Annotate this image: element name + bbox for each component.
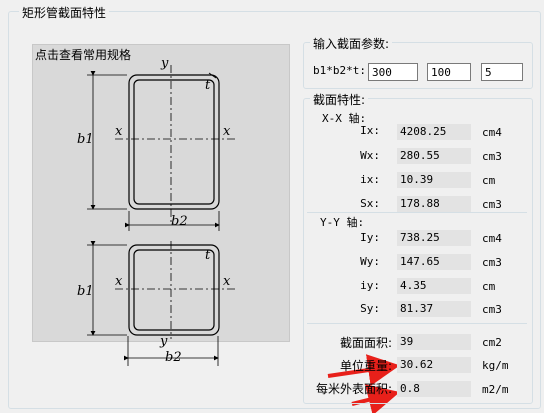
b1-input[interactable] xyxy=(368,63,418,81)
ry-unit: cm xyxy=(482,280,496,293)
upper-b1-label: b1 xyxy=(77,132,94,147)
b2-input[interactable] xyxy=(427,63,471,81)
sy-value: 81.37 xyxy=(397,301,471,317)
rect-tube-diagram: y x x t b2 b1 x x t b1 xyxy=(77,56,235,339)
sx-value: 178.88 xyxy=(397,196,471,212)
section-props-title: 截面特性: xyxy=(310,91,369,108)
surface-area-label: 每米外表面积: xyxy=(315,382,392,396)
section-drawing[interactable]: 点击查看常用规格 y x x t b2 b1 x x t b1 xyxy=(32,44,290,342)
wx-label: Wx: xyxy=(360,149,380,162)
iy-value: 738.25 xyxy=(397,230,471,246)
sx-label: Sx: xyxy=(360,197,380,210)
sy-label: Sy: xyxy=(360,302,380,315)
upper-x-left-label: x xyxy=(115,124,123,139)
rx-value: 10.39 xyxy=(397,172,471,188)
axis-bottom-divider xyxy=(307,323,527,324)
sy-unit: cm3 xyxy=(482,303,502,316)
t-input[interactable] xyxy=(481,63,523,81)
area-unit: cm2 xyxy=(482,336,502,349)
ry-label: iy: xyxy=(360,279,380,292)
yy-axis-title: Y-Y 轴: xyxy=(320,216,365,229)
area-value: 39 xyxy=(397,334,471,350)
surface-area-value: 0.8 xyxy=(397,381,471,397)
lower-x-left-label: x xyxy=(115,274,123,289)
ix-value: 4208.25 xyxy=(397,124,471,140)
upper-t-label: t xyxy=(205,78,211,93)
wy-unit: cm3 xyxy=(482,256,502,269)
input-params-title: 输入截面参数: xyxy=(310,35,393,52)
upper-b2-label: b2 xyxy=(171,214,188,229)
xx-yy-divider xyxy=(307,212,527,213)
surface-area-unit: m2/m xyxy=(482,383,509,396)
ix-unit: cm4 xyxy=(482,126,502,139)
wy-label: Wy: xyxy=(360,255,380,268)
params-label: b1*b2*t: xyxy=(313,64,366,77)
wx-unit: cm3 xyxy=(482,150,502,163)
iy-unit: cm4 xyxy=(482,232,502,245)
upper-x-right-label: x xyxy=(223,124,231,139)
weight-label: 单位重量: xyxy=(339,359,392,373)
wx-value: 280.55 xyxy=(397,148,471,164)
lower-x-right-label: x xyxy=(223,274,231,289)
ix-label: Ix: xyxy=(360,124,380,137)
upper-y-label: y xyxy=(160,56,169,71)
upper-tube-shape xyxy=(128,74,220,210)
area-label: 截面面积: xyxy=(339,336,392,350)
lower-b1-label: b1 xyxy=(77,284,94,299)
ry-value: 4.35 xyxy=(397,278,471,294)
iy-label: Iy: xyxy=(360,231,380,244)
wy-value: 147.65 xyxy=(397,254,471,270)
rx-label: ix: xyxy=(360,173,380,186)
sx-unit: cm3 xyxy=(482,198,502,211)
weight-unit: kg/m xyxy=(482,359,509,372)
weight-value: 30.62 xyxy=(397,357,471,373)
lower-t-label: t xyxy=(205,248,211,263)
rx-unit: cm xyxy=(482,174,496,187)
group-title: 矩形管截面特性 xyxy=(19,4,110,21)
